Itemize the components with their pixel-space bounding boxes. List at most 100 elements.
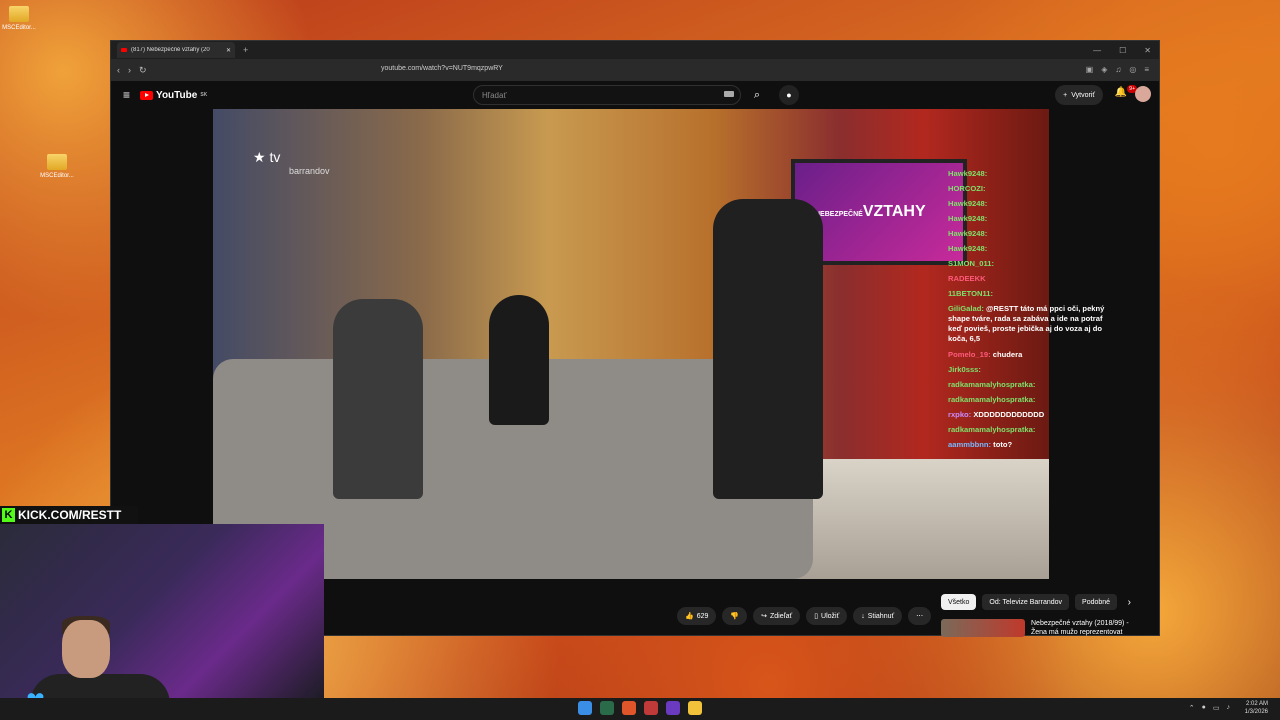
- video-person: [333, 299, 423, 499]
- download-button[interactable]: ↓ Stiahnuť: [853, 607, 903, 625]
- back-icon[interactable]: ‹: [117, 65, 120, 75]
- chat-message: GiliGalad: @RESTT táto má ppci oči, pekn…: [948, 304, 1118, 344]
- like-button[interactable]: 👍 629: [677, 607, 717, 625]
- chat-message: RADEEKK: [948, 271, 1118, 286]
- volume-icon[interactable]: ♪: [1227, 704, 1231, 712]
- network-icon[interactable]: ▭: [1213, 704, 1220, 712]
- url-field[interactable]: youtube.com/watch?v=NUT9mqzpwRY: [381, 65, 503, 72]
- bell-icon[interactable]: 🔔: [1115, 87, 1127, 98]
- webcam-overlay: ♥: [0, 524, 324, 700]
- search-icon[interactable]: ⌕: [747, 85, 767, 105]
- stream-chat-overlay: Hawk9248: HORCOZI: Hawk9248: Hawk9248: H…: [948, 166, 1118, 452]
- avatar[interactable]: [1135, 86, 1151, 102]
- share-button[interactable]: ↪ Zdieľať: [753, 607, 801, 625]
- close-tab-icon[interactable]: ✕: [226, 47, 231, 54]
- thumbs-down-icon: 👎: [730, 613, 740, 620]
- kick-url: KICK.COM/RESTT: [18, 508, 122, 522]
- channel-watermark: ★ tv barrandov: [253, 149, 330, 176]
- chat-message: Hawk9248:: [948, 226, 1118, 241]
- desktop-icon-label: MSCEditor...: [40, 173, 74, 179]
- mic-tray-icon[interactable]: ●: [1202, 704, 1206, 712]
- chat-user: Hawk9248:: [948, 169, 988, 178]
- plus-icon: +: [1063, 91, 1068, 99]
- chevron-right-icon[interactable]: ›: [1128, 597, 1131, 608]
- windows-start-icon[interactable]: [578, 701, 592, 715]
- kick-logo-icon: K: [2, 508, 15, 522]
- chat-user: Hawk9248:: [948, 229, 988, 238]
- recommended-video[interactable]: Nebezpečné vztahy (2018/99) - Žena má mu…: [941, 619, 1131, 637]
- chat-message: Hawk9248:: [948, 241, 1118, 256]
- chrome-icon[interactable]: [644, 701, 658, 715]
- youtube-favicon-icon: [121, 48, 127, 52]
- browser-tab[interactable]: (817) Nebezpečné vztahy (20 ✕: [117, 42, 235, 58]
- chat-user: HORCOZI:: [948, 184, 986, 193]
- forward-icon[interactable]: ›: [128, 65, 131, 75]
- create-label: Vytvoriť: [1071, 91, 1095, 99]
- new-tab-icon[interactable]: +: [243, 45, 248, 55]
- close-window-icon[interactable]: ✕: [1144, 46, 1151, 55]
- chat-text: XDDDDDDDDDDDD: [973, 410, 1045, 419]
- save-label: Uložiť: [821, 612, 840, 620]
- chevron-up-icon[interactable]: ⌃: [1189, 704, 1195, 712]
- youtube-logo[interactable]: YouTube SK: [140, 90, 207, 101]
- chat-user: rxpko:: [948, 410, 972, 419]
- more-icon: ⋯: [916, 613, 924, 620]
- channel-logo-text: tv: [269, 149, 281, 165]
- maximize-icon[interactable]: ☐: [1119, 46, 1126, 55]
- download-label: Stiahnuť: [867, 612, 895, 620]
- dislike-button[interactable]: 👎: [722, 607, 748, 625]
- chat-message: radkamamalyhospratka:: [948, 422, 1118, 437]
- twitch-icon[interactable]: [666, 701, 680, 715]
- bookmark-icon: ▯: [814, 613, 819, 620]
- chat-message: Jirk0sss:: [948, 362, 1118, 377]
- minimize-icon[interactable]: —: [1093, 46, 1101, 55]
- video-player[interactable]: ★ tv barrandov NEBEZPEČNÉVZTAHY: [213, 109, 1049, 579]
- share-label: Zdieľať: [770, 612, 793, 620]
- chat-user: aammbbnn:: [948, 440, 992, 449]
- hamburger-menu-icon[interactable]: ≡: [123, 88, 130, 102]
- search-placeholder: Hľadať: [482, 91, 507, 100]
- chip-channel[interactable]: Od: Televize Barrandov: [982, 594, 1070, 610]
- chat-user: radkamamalyhospratka:: [948, 380, 1036, 389]
- chat-message: Pomelo_19: chudera: [948, 347, 1118, 362]
- folder-icon: [9, 6, 29, 22]
- clock[interactable]: 2:02 AM 1/3/2026: [1245, 700, 1268, 716]
- recommend-filter-chips: Všetko Od: Televize Barrandov Podobné: [941, 594, 1118, 610]
- video-actions: 👍 629 👎 ↪ Zdieľať ▯ Uložiť ↓ Stiahnuť ⋯: [677, 607, 932, 625]
- studio-screen-text: NEBEZPEČNÉVZTAHY: [815, 203, 926, 220]
- download-icon: ↓: [861, 612, 865, 620]
- address-bar: ‹ › ↻: [111, 59, 1159, 81]
- share-icon: ↪: [761, 613, 767, 620]
- chat-user: Jirk0sss:: [948, 365, 981, 374]
- mic-icon[interactable]: ●: [779, 85, 799, 105]
- chat-text: chudera: [992, 350, 1023, 359]
- chat-user: radkamamalyhospratka:: [948, 395, 1036, 404]
- chat-message: radkamamalyhospratka:: [948, 377, 1118, 392]
- brave-browser-icon[interactable]: [622, 701, 636, 715]
- xbox-icon[interactable]: [600, 701, 614, 715]
- youtube-play-icon: [140, 90, 154, 100]
- chat-message: 11BETON11:: [948, 286, 1118, 301]
- youtube-header: ≡ YouTube SK Hľadať ⌕ ● + Vytvoriť 🔔 9+: [111, 81, 1159, 109]
- more-actions-button[interactable]: ⋯: [908, 607, 932, 625]
- keyboard-icon[interactable]: [724, 91, 734, 97]
- file-explorer-icon[interactable]: [688, 701, 702, 715]
- chat-user: S1MON_011:: [948, 259, 995, 268]
- chat-message: radkamamalyhospratka:: [948, 392, 1118, 407]
- desktop-icon-file[interactable]: MSCEditor...: [26, 154, 88, 179]
- create-button[interactable]: + Vytvoriť: [1055, 85, 1103, 105]
- chip-related[interactable]: Podobné: [1075, 594, 1118, 610]
- menu-icon[interactable]: ≡: [1144, 65, 1149, 74]
- extension-icon[interactable]: ▣: [1086, 65, 1094, 74]
- reload-icon[interactable]: ↻: [139, 65, 147, 76]
- chip-all[interactable]: Všetko: [941, 594, 977, 610]
- chat-user: RADEEKK: [948, 274, 986, 283]
- extension-icon[interactable]: ♫: [1115, 65, 1121, 74]
- desktop-icon-folder[interactable]: MSCEditor...: [0, 6, 50, 31]
- region-label: SK: [200, 92, 208, 98]
- save-button[interactable]: ▯ Uložiť: [806, 607, 848, 625]
- extension-icon[interactable]: ◈: [1101, 65, 1107, 74]
- taskbar: ⌃ ● ▭ ♪ 2:02 AM 1/3/2026: [0, 698, 1280, 720]
- extension-icon[interactable]: ◎: [1129, 65, 1136, 74]
- search-input[interactable]: Hľadať: [473, 85, 741, 105]
